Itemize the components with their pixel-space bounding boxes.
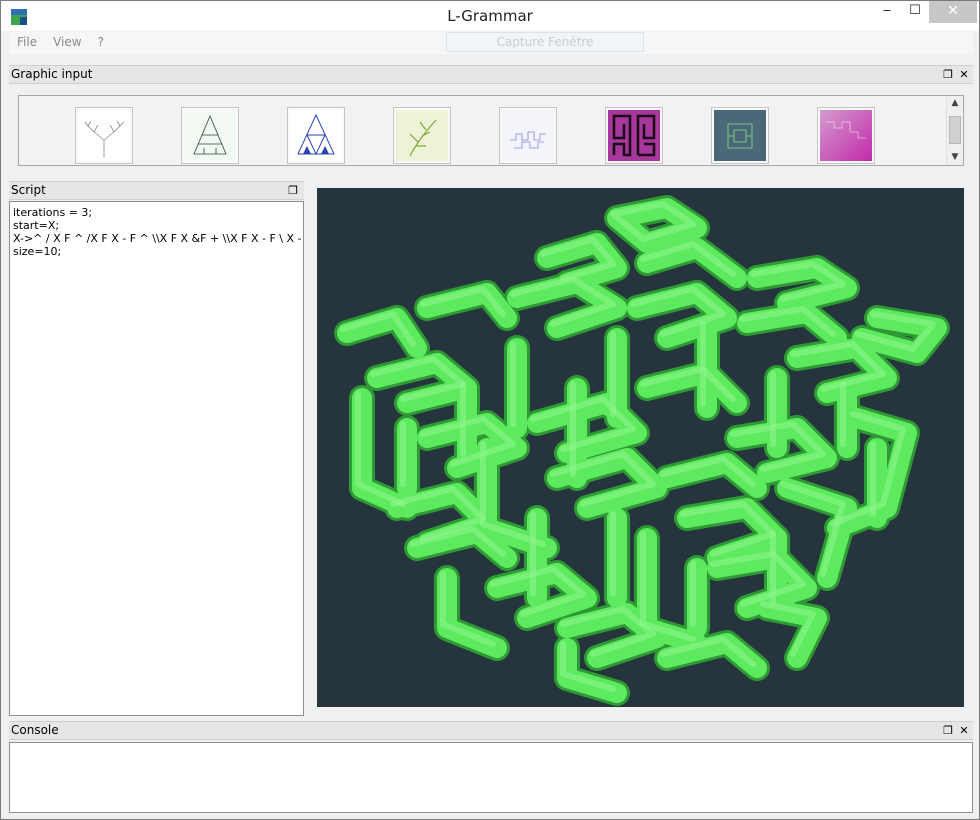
close-icon[interactable]: ✕	[957, 724, 971, 738]
fern-icon	[396, 110, 448, 161]
graphic-input-header: Graphic input ❐ ✕	[9, 65, 973, 84]
close-window-button[interactable]: ✕	[929, 1, 977, 23]
3d-hilbert-render	[334, 195, 950, 706]
console-output[interactable]	[9, 742, 973, 813]
thumbnail-fern[interactable]	[393, 107, 451, 164]
script-line: size=10;	[13, 245, 62, 258]
console-title: Console	[11, 723, 59, 737]
scroll-up-icon[interactable]: ▲	[947, 96, 963, 110]
scroll-down-icon[interactable]: ▼	[947, 150, 963, 164]
fractal-tree-icon	[184, 110, 236, 161]
thumbnail-3d-hilbert[interactable]	[711, 107, 769, 164]
capture-window-button[interactable]: Capture Fenêtre	[446, 32, 644, 52]
script-line: start=X;	[13, 219, 60, 232]
thumbnail-hilbert-magenta[interactable]	[605, 107, 663, 164]
menu-help[interactable]: ?	[90, 32, 112, 52]
thumbnail-sierpinski[interactable]	[287, 107, 345, 164]
render-viewport[interactable]	[317, 188, 964, 707]
float-icon[interactable]: ❐	[941, 724, 955, 738]
title-bar[interactable]: L-Grammar ‒ ☐ ✕	[1, 1, 979, 31]
hilbert-magenta-icon	[608, 110, 660, 161]
script-title: Script	[11, 183, 46, 197]
close-icon[interactable]: ✕	[957, 68, 971, 82]
binary-tree-icon	[78, 110, 130, 161]
gosper-magenta-icon	[820, 110, 872, 161]
script-editor[interactable]: iterations = 3; start=X; X->^ / X F ^ /X F…	[9, 201, 304, 716]
script-header: Script ❐	[9, 181, 304, 200]
script-line: X->^ / X F ^ /X F X - F ^ \\X F X &F + \…	[13, 232, 304, 245]
menu-file[interactable]: File	[9, 32, 45, 52]
console-header: Console ❐ ✕	[9, 721, 973, 740]
menu-view[interactable]: View	[45, 32, 89, 52]
scrollbar-thumb[interactable]	[949, 116, 961, 144]
thumbnail-gosper-magenta[interactable]	[817, 107, 875, 164]
thumbnail-strip: ▲ ▼	[18, 95, 964, 166]
3d-hilbert-icon	[714, 110, 766, 161]
main-window: L-Grammar ‒ ☐ ✕ File View? Capture Fenêtr…	[0, 0, 980, 820]
float-icon[interactable]: ❐	[941, 68, 955, 82]
dragon-curve-icon	[502, 110, 554, 161]
window-title: L-Grammar	[447, 7, 533, 25]
script-line: iterations = 3;	[13, 206, 93, 219]
thumbnail-dragon-curve[interactable]	[499, 107, 557, 164]
thumbnail-binary-tree[interactable]	[75, 107, 133, 164]
minimize-button[interactable]: ‒	[873, 1, 901, 23]
float-icon[interactable]: ❐	[286, 184, 300, 198]
sierpinski-icon	[290, 110, 342, 161]
thumbnail-scrollbar[interactable]: ▲ ▼	[946, 96, 963, 165]
graphic-input-title: Graphic input	[11, 67, 93, 81]
maximize-button[interactable]: ☐	[901, 1, 929, 23]
thumbnail-fractal-tree[interactable]	[181, 107, 239, 164]
